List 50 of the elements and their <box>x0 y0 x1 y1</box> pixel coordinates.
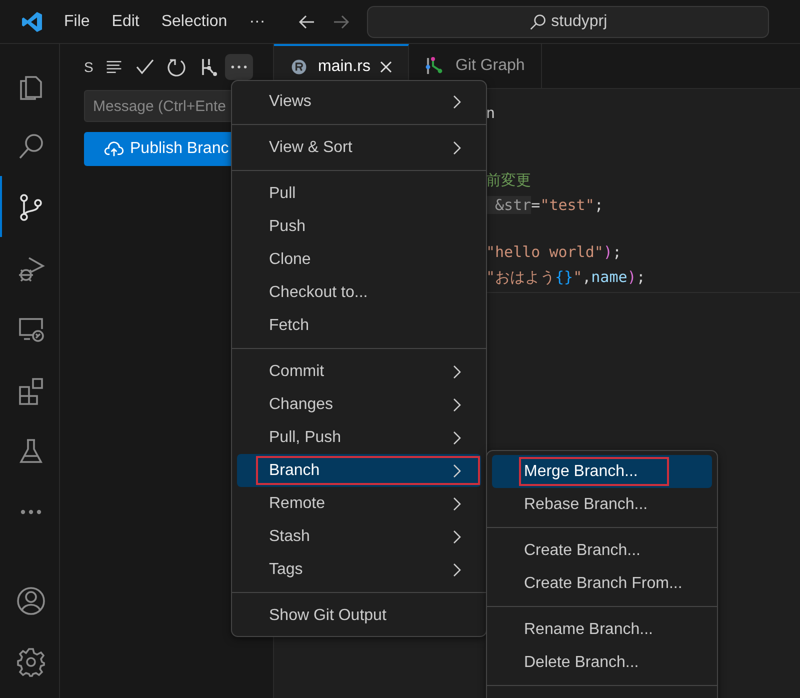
menu-item[interactable]: Stash <box>237 520 481 553</box>
menu-item[interactable]: Rename Branch... <box>492 613 712 646</box>
more-actions-button[interactable] <box>225 54 254 80</box>
menu-item[interactable]: Push <box>237 210 481 243</box>
code-line: &str="test"; <box>486 193 604 218</box>
app-logo-icon <box>20 10 44 34</box>
menu-item[interactable]: Pull, Push <box>237 421 481 454</box>
menu-item[interactable]: Remote <box>237 487 481 520</box>
chevron-right-icon <box>453 94 461 108</box>
menu-item[interactable]: Changes <box>237 388 481 421</box>
menu-item[interactable]: Edit <box>112 12 140 30</box>
close-icon[interactable] <box>380 61 392 73</box>
code-line: "おはよう{}",name); <box>486 267 646 288</box>
menu-item[interactable]: Delete Branch... <box>492 646 712 679</box>
menu-item[interactable]: Create Branch... <box>492 534 712 567</box>
menu-item[interactable]: Merge Branch... <box>492 455 712 488</box>
menu-item[interactable]: Show Git Output <box>237 599 481 632</box>
search-field[interactable]: studyprj <box>367 6 770 38</box>
chevron-right-icon <box>453 398 461 412</box>
chevron-right-icon <box>453 464 461 478</box>
chevron-right-icon <box>453 496 461 510</box>
lines-icon[interactable] <box>105 58 124 76</box>
menu-item[interactable]: Rebase Branch... <box>492 488 712 521</box>
menu-item[interactable]: Pull <box>237 177 481 210</box>
menu-item[interactable]: Fetch <box>237 309 481 342</box>
chevron-right-icon <box>453 364 461 378</box>
chevron-right-icon <box>453 430 461 444</box>
more-icon <box>230 64 248 70</box>
menu-item[interactable]: Tags <box>237 553 481 586</box>
refresh-icon[interactable] <box>167 57 188 77</box>
menu-item[interactable]: Selection <box>161 12 228 30</box>
panel-title: S <box>84 59 94 75</box>
code-line: n <box>486 103 496 124</box>
cloud-upload-icon <box>104 141 124 157</box>
menu-item[interactable]: Clone <box>237 243 481 276</box>
menu-item[interactable]: Branch <box>237 454 481 487</box>
code-line: 前変更 <box>486 170 531 191</box>
menu-item[interactable]: Create Branch From... <box>492 567 712 600</box>
menu-item[interactable]: File <box>64 12 90 30</box>
search-icon <box>529 12 548 30</box>
menu-item[interactable]: Commit <box>237 355 481 388</box>
chevron-right-icon <box>453 140 461 154</box>
menu-item[interactable]: ··· <box>249 12 266 30</box>
checkmark-icon[interactable] <box>135 57 156 77</box>
chevron-right-icon <box>453 530 461 544</box>
code-line: "hello world"); <box>486 242 622 263</box>
menu-item[interactable]: Checkout to... <box>237 276 481 309</box>
graph-icon[interactable] <box>199 57 220 77</box>
chevron-right-icon <box>453 562 461 576</box>
rust-file-icon <box>290 58 308 76</box>
